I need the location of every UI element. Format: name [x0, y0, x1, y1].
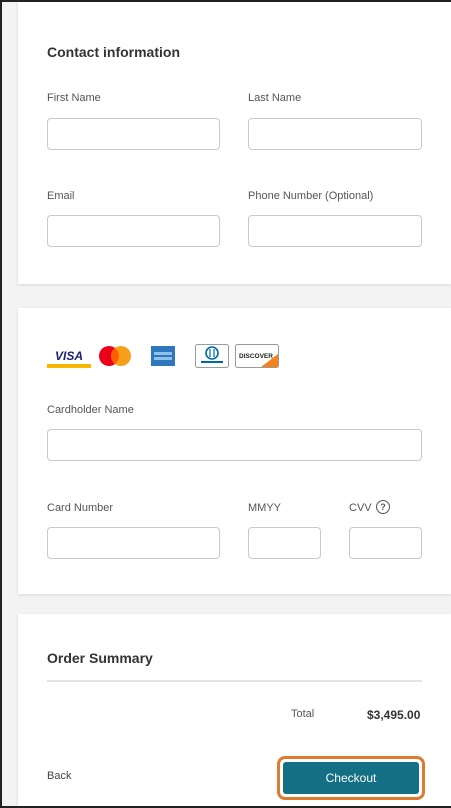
visa-logo-icon: VISA [47, 344, 91, 368]
cardholder-name-label: Cardholder Name [47, 404, 134, 416]
amex-logo-icon [151, 346, 175, 366]
discover-logo-text: DISCOVER [239, 353, 273, 360]
card-number-label: Card Number [47, 502, 114, 514]
question-circle-icon[interactable]: ? [376, 500, 390, 514]
diners-club-logo-icon [195, 344, 229, 368]
contact-information-card: Contact information First Name Last Name… [18, 0, 451, 284]
order-summary-card: Order Summary Total $3,495.00 Back Check… [18, 614, 451, 808]
order-summary-title: Order Summary [47, 650, 153, 666]
phone-number-input[interactable] [248, 215, 422, 247]
payment-card: VISA DISCOVER Cardholder Name Card Numbe… [18, 308, 451, 594]
back-link[interactable]: Back [47, 770, 71, 782]
email-label: Email [47, 190, 75, 202]
visa-logo-text: VISA [55, 349, 83, 363]
mastercard-logo-icon [99, 346, 131, 366]
checkout-focus-ring: Checkout [277, 756, 425, 800]
cvv-label: CVV [349, 502, 372, 514]
cvv-input[interactable] [349, 527, 422, 559]
total-label: Total [291, 708, 315, 720]
first-name-label: First Name [47, 92, 101, 104]
mmyy-label: MMYY [248, 502, 281, 514]
email-input[interactable] [47, 215, 220, 247]
discover-logo-icon: DISCOVER [235, 344, 279, 368]
phone-number-label: Phone Number (Optional) [248, 190, 374, 202]
last-name-label: Last Name [248, 92, 302, 104]
checkout-button[interactable]: Checkout [283, 762, 419, 794]
last-name-input[interactable] [248, 118, 422, 150]
summary-divider [47, 680, 422, 682]
card-number-input[interactable] [47, 527, 220, 559]
first-name-input[interactable] [47, 118, 220, 150]
mmyy-input[interactable] [248, 527, 321, 559]
contact-information-title: Contact information [47, 44, 180, 60]
cardholder-name-input[interactable] [47, 429, 422, 461]
total-value: $3,495.00 [367, 708, 421, 722]
